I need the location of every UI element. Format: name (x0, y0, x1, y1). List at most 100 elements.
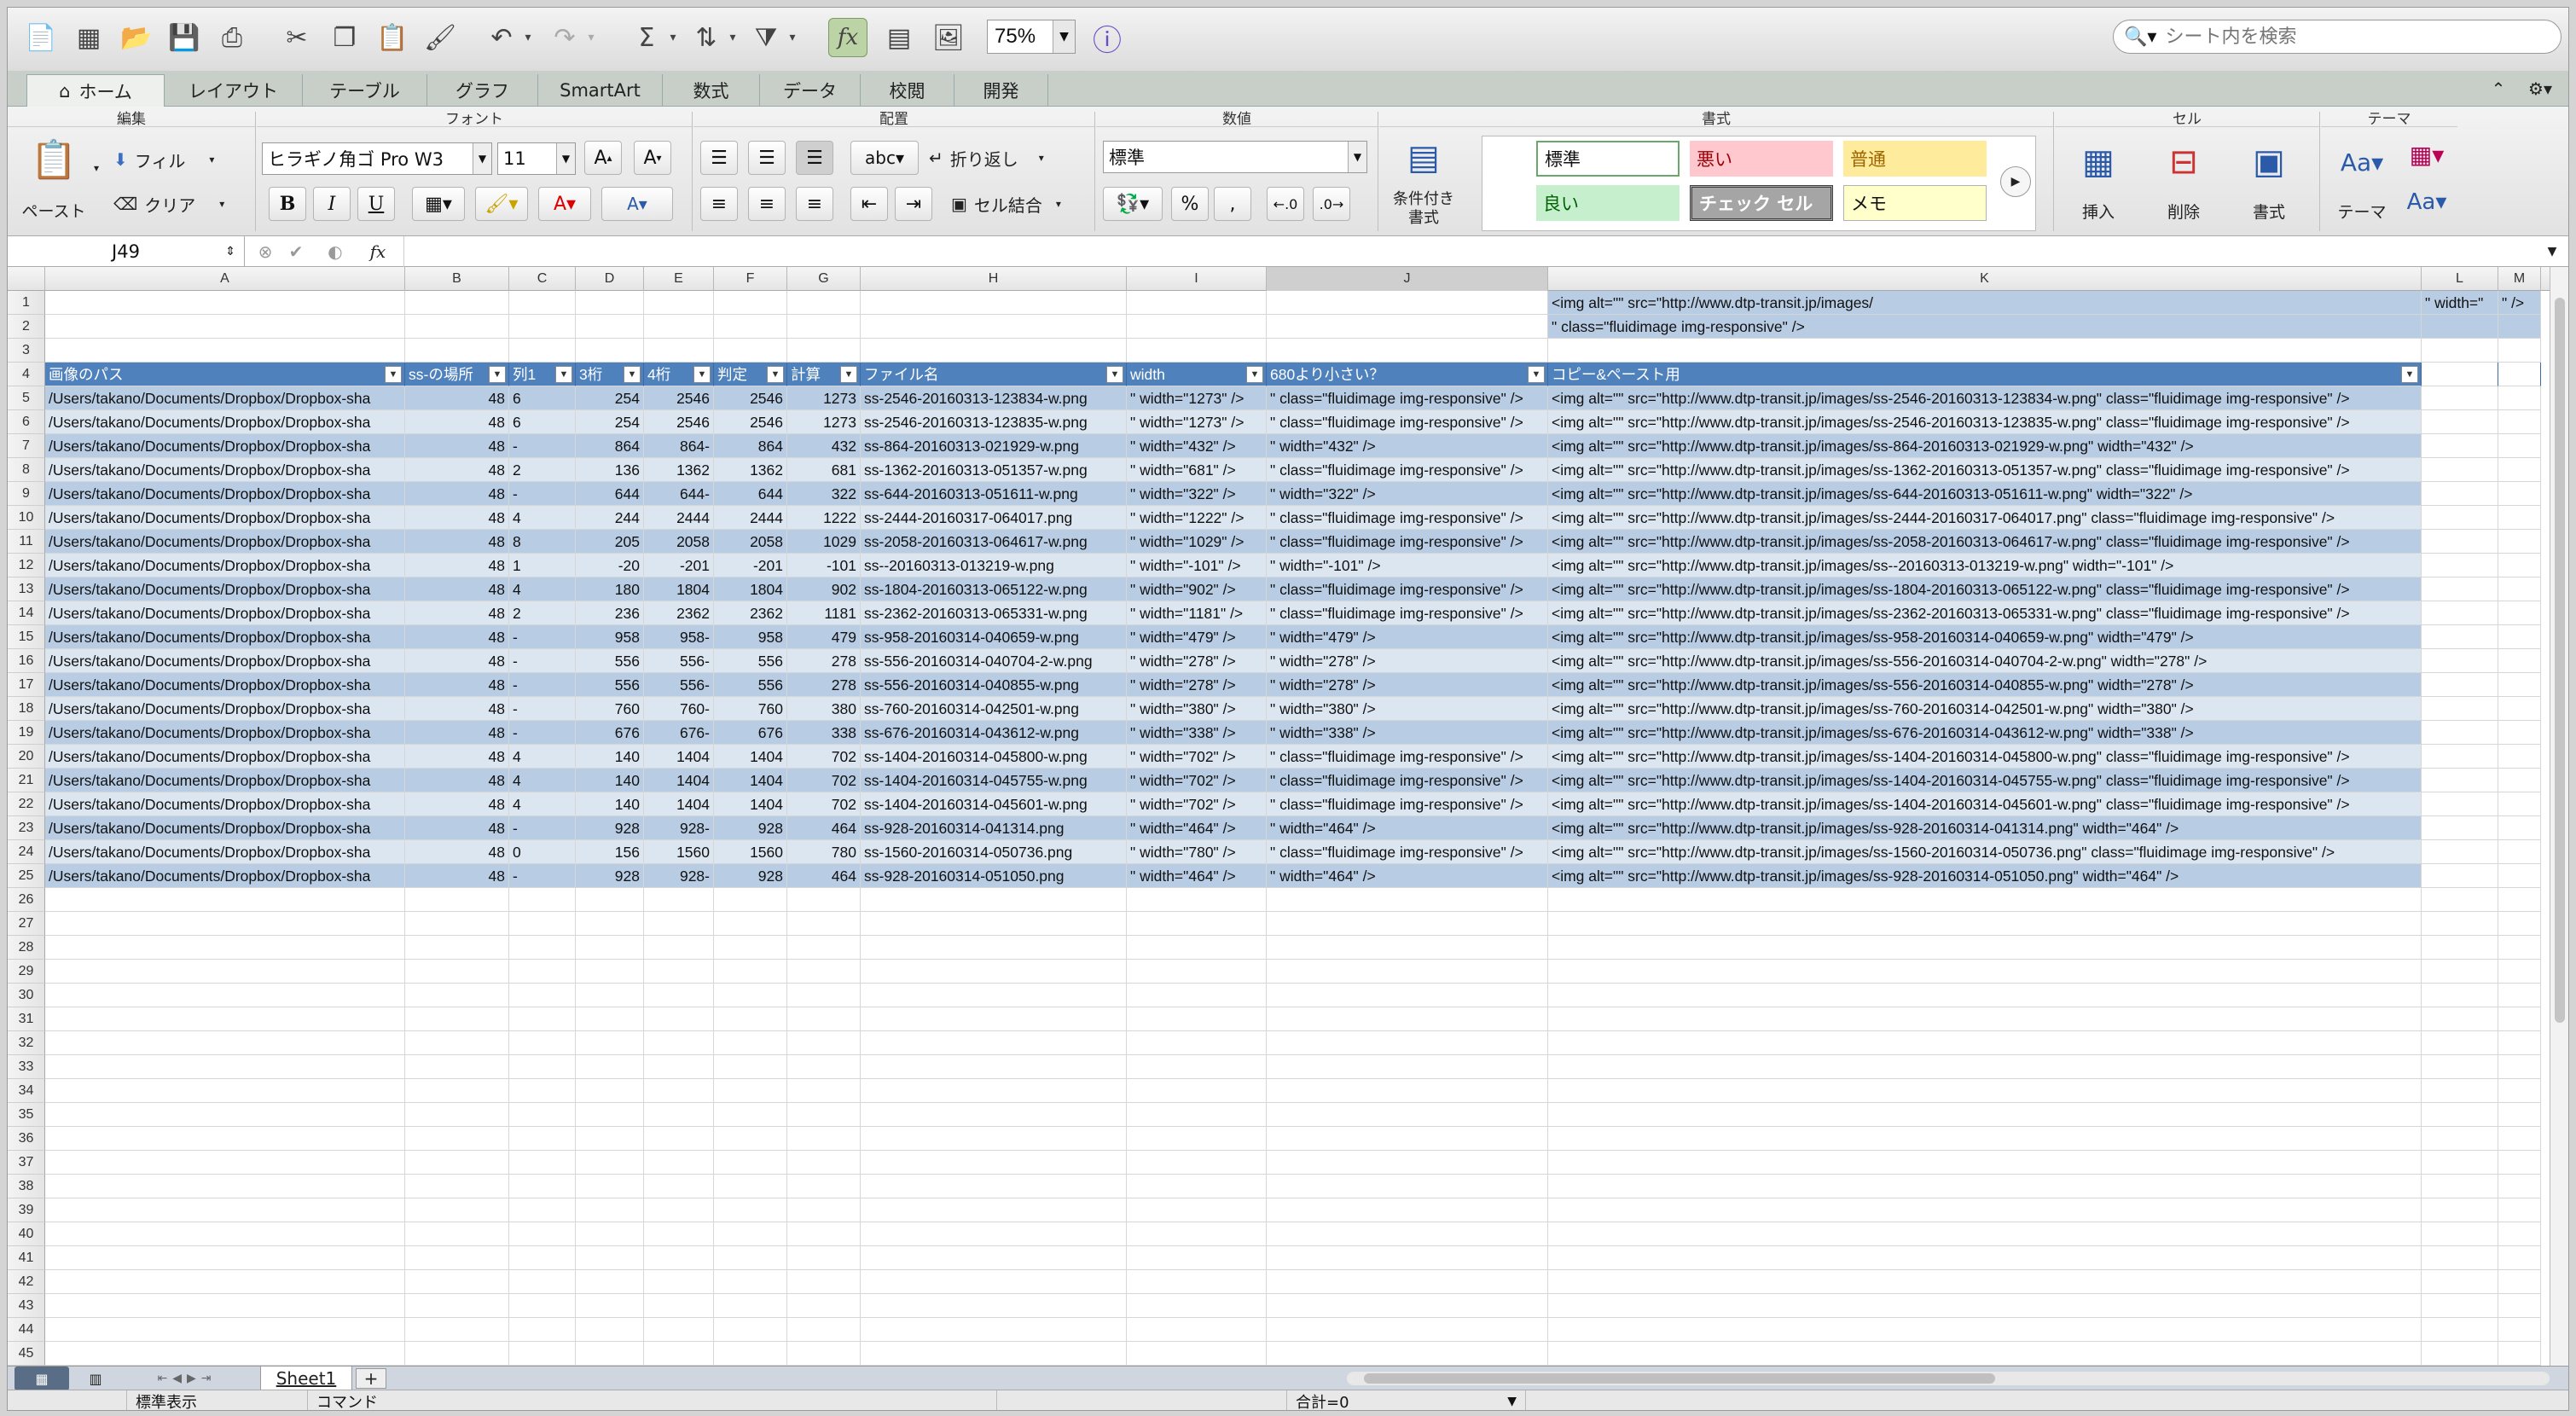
cell-a[interactable]: /Users/takano/Documents/Dropbox/Dropbox-… (45, 864, 405, 888)
cell-e[interactable] (644, 315, 714, 339)
cell-e[interactable] (644, 1318, 714, 1342)
cell-d[interactable] (576, 1318, 644, 1342)
cell-e[interactable]: 1404 (644, 769, 714, 792)
row-header[interactable]: 15 (8, 625, 45, 649)
cell-i[interactable] (1127, 1055, 1267, 1079)
tab-layout[interactable]: レイアウト (165, 74, 303, 107)
cell-g[interactable] (787, 888, 861, 912)
cell-i[interactable] (1127, 1294, 1267, 1318)
cell-h[interactable]: ss-644-20160313-051611-w.png (861, 482, 1127, 506)
cell-j[interactable] (1267, 291, 1548, 315)
cell-d[interactable] (576, 1031, 644, 1055)
cell-g[interactable]: 380 (787, 697, 861, 721)
undo-icon[interactable]: ↶ (482, 18, 521, 57)
cell-m[interactable] (2498, 984, 2541, 1007)
cell-j[interactable]: " width="278" /> (1267, 673, 1548, 697)
cell-k[interactable] (1548, 1246, 2422, 1270)
cell-l[interactable] (2422, 363, 2498, 386)
row-header[interactable]: 3 (8, 339, 45, 363)
cell-h[interactable] (861, 1175, 1127, 1198)
cell-i[interactable] (1127, 1198, 1267, 1222)
cell-b[interactable]: 48 (405, 649, 509, 673)
filter-dropdown-icon[interactable]: ▼ (1106, 366, 1123, 383)
cell-m[interactable] (2498, 530, 2541, 554)
cell-l[interactable] (2422, 1079, 2498, 1103)
cell-f[interactable]: 864 (714, 434, 787, 458)
tab-home[interactable]: ⌂ ホーム (26, 74, 165, 107)
cell-g[interactable] (787, 1055, 861, 1079)
cell-c[interactable]: - (509, 434, 576, 458)
format-cells-icon[interactable]: ▣ (2232, 132, 2306, 192)
cell-m[interactable] (2498, 1151, 2541, 1175)
cell-m[interactable] (2498, 792, 2541, 816)
cell-j[interactable] (1267, 1270, 1548, 1294)
cell-f[interactable]: 2362 (714, 601, 787, 625)
cell-d[interactable]: 254 (576, 386, 644, 410)
filter-dropdown-icon[interactable]: ▼ (693, 366, 711, 383)
row-header[interactable]: 20 (8, 745, 45, 769)
cell-h[interactable]: ss-2546-20160313-123834-w.png (861, 386, 1127, 410)
cell-c[interactable]: 0 (509, 840, 576, 864)
status-sum-select[interactable]: 合計=0 ▼ (1287, 1390, 1526, 1410)
tab-charts[interactable]: グラフ (427, 74, 538, 107)
cell-e[interactable]: 2444 (644, 506, 714, 530)
cell-c[interactable]: 2 (509, 601, 576, 625)
cell-l[interactable]: " width=" (2422, 291, 2498, 315)
row-header[interactable]: 45 (8, 1342, 45, 1366)
cell-l[interactable] (2422, 1318, 2498, 1342)
cell-b[interactable]: 48 (405, 697, 509, 721)
row-header[interactable]: 1 (8, 291, 45, 315)
cell-d[interactable]: 644 (576, 482, 644, 506)
style-memo[interactable]: メモ (1843, 185, 1987, 221)
cell-e[interactable]: 1362 (644, 458, 714, 482)
cell-j[interactable] (1267, 1246, 1548, 1270)
row-header[interactable]: 44 (8, 1318, 45, 1342)
cell-c[interactable] (509, 984, 576, 1007)
cell-l[interactable] (2422, 1246, 2498, 1270)
cell-d[interactable] (576, 1270, 644, 1294)
cell-i[interactable] (1127, 1127, 1267, 1151)
align-center-icon[interactable]: ≡ (748, 187, 786, 221)
cell-g[interactable] (787, 912, 861, 936)
cell-k[interactable] (1548, 1055, 2422, 1079)
cell-c[interactable]: - (509, 673, 576, 697)
cell-m[interactable] (2498, 339, 2541, 363)
cell-c[interactable]: - (509, 697, 576, 721)
align-middle-icon[interactable]: ☰ (748, 141, 786, 175)
italic-icon[interactable]: I (313, 187, 351, 221)
cell-c[interactable]: 4 (509, 745, 576, 769)
cell-j[interactable]: " class="fluidimage img-responsive" /> (1267, 410, 1548, 434)
cell-h[interactable] (861, 1246, 1127, 1270)
cell-h[interactable] (861, 912, 1127, 936)
cell-c[interactable]: 2 (509, 458, 576, 482)
filter-icon[interactable]: ⧩ (746, 18, 786, 57)
bold-icon[interactable]: B (269, 187, 306, 221)
increase-font-size-icon[interactable]: A ▴ (584, 141, 622, 175)
row-header[interactable]: 6 (8, 410, 45, 434)
cell-j[interactable]: " width="432" /> (1267, 434, 1548, 458)
cell-f[interactable]: 2546 (714, 410, 787, 434)
cell-d[interactable] (576, 1055, 644, 1079)
cell-b[interactable]: 48 (405, 792, 509, 816)
cell-i[interactable]: " width="1181" /> (1127, 601, 1267, 625)
tab-developer[interactable]: 開発 (954, 74, 1048, 107)
paste-button[interactable]: ペースト (20, 197, 88, 223)
font-size-select[interactable]: 11 ▼ (497, 142, 576, 175)
cell-c[interactable]: 6 (509, 386, 576, 410)
column-header-a[interactable]: A (45, 267, 405, 291)
cell-m[interactable] (2498, 363, 2541, 386)
cell-h[interactable] (861, 1342, 1127, 1366)
number-format-select[interactable]: 標準 ▼ (1103, 141, 1367, 173)
cell-g[interactable]: 1273 (787, 410, 861, 434)
cell-e[interactable] (644, 1175, 714, 1198)
cell-g[interactable]: 702 (787, 745, 861, 769)
cell-m[interactable] (2498, 960, 2541, 984)
cell-m[interactable] (2498, 649, 2541, 673)
cell-a[interactable] (45, 1007, 405, 1031)
cell-k[interactable]: <img alt="" src="http://www.dtp-transit.… (1548, 506, 2422, 530)
cell-h[interactable] (861, 1318, 1127, 1342)
cell-f[interactable]: 1404 (714, 745, 787, 769)
cell-h[interactable]: ss-1804-20160313-065122-w.png (861, 577, 1127, 601)
cell-j[interactable]: " width="338" /> (1267, 721, 1548, 745)
cell-c[interactable]: 6 (509, 410, 576, 434)
